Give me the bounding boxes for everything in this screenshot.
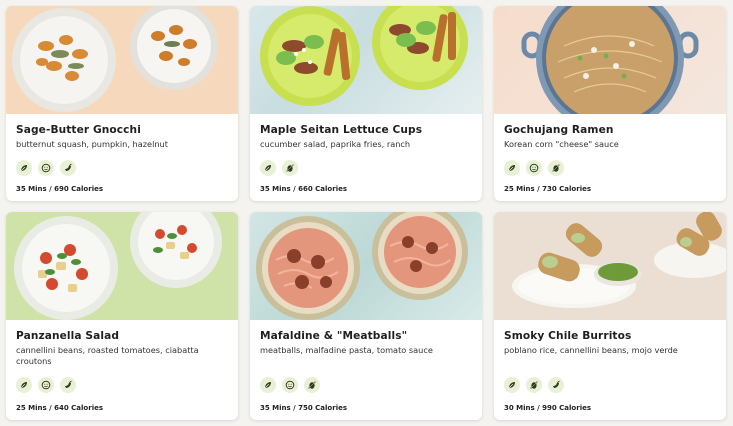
- leaf-icon: [16, 160, 32, 176]
- recipe-details: Maple Seitan Lettuce Cups cucumber salad…: [250, 114, 482, 176]
- recipe-details: Sage-Butter Gnocchi butternut squash, pu…: [6, 114, 238, 176]
- recipe-meta: 25 Mins / 640 Calories: [16, 404, 104, 412]
- recipe-subtitle: poblano rice, cannellini beans, mojo ver…: [504, 345, 678, 355]
- recipe-meta: 35 Mins / 690 Calories: [16, 185, 104, 193]
- recipe-meta: 25 Mins / 730 Calories: [504, 185, 592, 193]
- recipe-title[interactable]: Gochujang Ramen: [504, 124, 716, 137]
- recipe-card[interactable]: Mafaldine & "Meatballs" meatballs, malfa…: [250, 212, 482, 420]
- recipe-tags: [16, 160, 228, 176]
- recipe-subtitle: Korean corn "cheese" sauce: [504, 139, 619, 149]
- recipe-subtitle: cucumber salad, paprika fries, ranch: [260, 139, 411, 149]
- leaf-icon: [504, 160, 520, 176]
- recipe-grid: Sage-Butter Gnocchi butternut squash, pu…: [0, 0, 733, 426]
- recipe-tags: [504, 160, 716, 176]
- no-nut-icon: [526, 377, 542, 393]
- recipe-details: Panzanella Salad cannellini beans, roast…: [6, 320, 238, 393]
- recipe-tags: [260, 160, 472, 176]
- recipe-image[interactable]: [494, 6, 726, 114]
- pepper-icon: [60, 160, 76, 176]
- recipe-details: Smoky Chile Burritos poblano rice, canne…: [494, 320, 726, 393]
- recipe-title[interactable]: Panzanella Salad: [16, 330, 228, 343]
- smile-icon: [38, 377, 54, 393]
- recipe-tags: [260, 377, 472, 393]
- recipe-details: Gochujang Ramen Korean corn "cheese" sau…: [494, 114, 726, 176]
- recipe-title[interactable]: Smoky Chile Burritos: [504, 330, 716, 343]
- pepper-icon: [60, 377, 76, 393]
- no-nut-icon: [282, 160, 298, 176]
- recipe-subtitle: butternut squash, pumpkin, hazelnut: [16, 139, 168, 149]
- recipe-tags: [16, 377, 228, 393]
- recipe-meta: 35 Mins / 660 Calories: [260, 185, 348, 193]
- recipe-meta: 35 Mins / 750 Calories: [260, 404, 348, 412]
- leaf-icon: [504, 377, 520, 393]
- recipe-image[interactable]: [250, 6, 482, 114]
- smile-icon: [38, 160, 54, 176]
- recipe-title[interactable]: Mafaldine & "Meatballs": [260, 330, 472, 343]
- smile-icon: [282, 377, 298, 393]
- recipe-image[interactable]: [494, 212, 726, 320]
- recipe-card[interactable]: Gochujang Ramen Korean corn "cheese" sau…: [494, 6, 726, 201]
- recipe-card[interactable]: Smoky Chile Burritos poblano rice, canne…: [494, 212, 726, 420]
- recipe-meta: 30 Mins / 990 Calories: [504, 404, 592, 412]
- recipe-card[interactable]: Sage-Butter Gnocchi butternut squash, pu…: [6, 6, 238, 201]
- recipe-image[interactable]: [6, 6, 238, 114]
- recipe-image[interactable]: [6, 212, 238, 320]
- recipe-title[interactable]: Maple Seitan Lettuce Cups: [260, 124, 472, 137]
- smile-icon: [526, 160, 542, 176]
- recipe-details: Mafaldine & "Meatballs" meatballs, malfa…: [250, 320, 482, 393]
- recipe-subtitle: cannellini beans, roasted tomatoes, ciab…: [16, 345, 199, 366]
- recipe-title[interactable]: Sage-Butter Gnocchi: [16, 124, 228, 137]
- recipe-subtitle: meatballs, malfadine pasta, tomato sauce: [260, 345, 433, 355]
- no-nut-icon: [304, 377, 320, 393]
- recipe-card[interactable]: Maple Seitan Lettuce Cups cucumber salad…: [250, 6, 482, 201]
- leaf-icon: [260, 160, 276, 176]
- no-nut-icon: [548, 160, 564, 176]
- recipe-card[interactable]: Panzanella Salad cannellini beans, roast…: [6, 212, 238, 420]
- recipe-tags: [504, 377, 716, 393]
- leaf-icon: [16, 377, 32, 393]
- pepper-icon: [548, 377, 564, 393]
- leaf-icon: [260, 377, 276, 393]
- recipe-image[interactable]: [250, 212, 482, 320]
